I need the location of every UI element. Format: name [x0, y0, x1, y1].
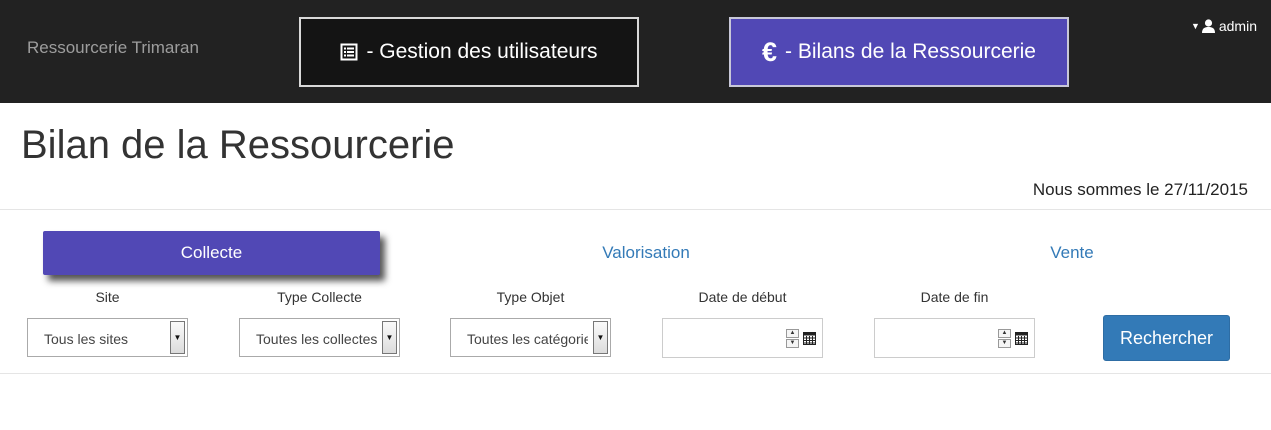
bilans-button[interactable]: € - Bilans de la Ressourcerie: [729, 17, 1069, 87]
site-label: Site: [95, 289, 120, 305]
date-fin-input[interactable]: ▲ ▼: [874, 318, 1035, 358]
date-debut-input[interactable]: ▲ ▼: [662, 318, 823, 358]
chevron-down-icon: ▼: [382, 321, 397, 354]
bilans-label: - Bilans de la Ressourcerie: [785, 40, 1036, 63]
top-navbar: Ressourcerie Trimaran - Gestion des util…: [0, 0, 1271, 103]
chevron-down-icon: ▼: [170, 321, 185, 354]
chevron-down-icon: ▼: [593, 321, 608, 354]
caret-down-icon: ▼: [1190, 21, 1200, 31]
calendar-icon[interactable]: [1014, 329, 1029, 347]
list-icon: [340, 43, 358, 61]
spin-down-icon[interactable]: ▼: [786, 339, 799, 348]
type-collecte-select[interactable]: Toutes les collectes ▼: [239, 318, 400, 357]
date-fin-label: Date de fin: [920, 289, 989, 305]
type-objet-label: Type Objet: [496, 289, 565, 305]
date-debut-spinner[interactable]: ▲ ▼: [786, 329, 799, 349]
user-icon: [1201, 19, 1215, 33]
search-button[interactable]: Rechercher: [1103, 315, 1230, 361]
brand-link[interactable]: Ressourcerie Trimaran: [27, 38, 199, 58]
date-fin-spinner[interactable]: ▲ ▼: [998, 329, 1011, 349]
site-select[interactable]: Tous les sites ▼: [27, 318, 188, 357]
euro-icon: €: [762, 36, 778, 67]
type-collecte-label: Type Collecte: [277, 289, 362, 305]
spin-up-icon[interactable]: ▲: [786, 329, 799, 338]
current-date: Nous sommes le 27/11/2015: [1032, 180, 1248, 199]
site-select-value: Tous les sites: [44, 331, 129, 347]
type-collecte-select-value: Toutes les collectes: [256, 331, 377, 347]
spin-up-icon[interactable]: ▲: [998, 329, 1011, 338]
tab-vente[interactable]: Vente: [990, 231, 1154, 275]
type-objet-select-value: Toutes les catégories: [467, 331, 588, 347]
date-debut-label: Date de début: [698, 289, 787, 305]
spin-down-icon[interactable]: ▼: [998, 339, 1011, 348]
calendar-icon[interactable]: [802, 329, 817, 347]
user-name: admin: [1218, 18, 1257, 34]
user-menu[interactable]: ▼ admin: [1191, 18, 1257, 34]
header-divider: [0, 209, 1271, 210]
tab-collecte[interactable]: Collecte: [43, 231, 380, 275]
user-management-label: - Gestion des utilisateurs: [366, 40, 598, 63]
user-management-button[interactable]: - Gestion des utilisateurs: [299, 17, 639, 87]
page-title: Bilan de la Ressourcerie: [21, 123, 455, 167]
type-objet-select[interactable]: Toutes les catégories ▼: [450, 318, 611, 357]
filters-divider: [0, 373, 1271, 374]
tab-valorisation[interactable]: Valorisation: [530, 231, 762, 275]
